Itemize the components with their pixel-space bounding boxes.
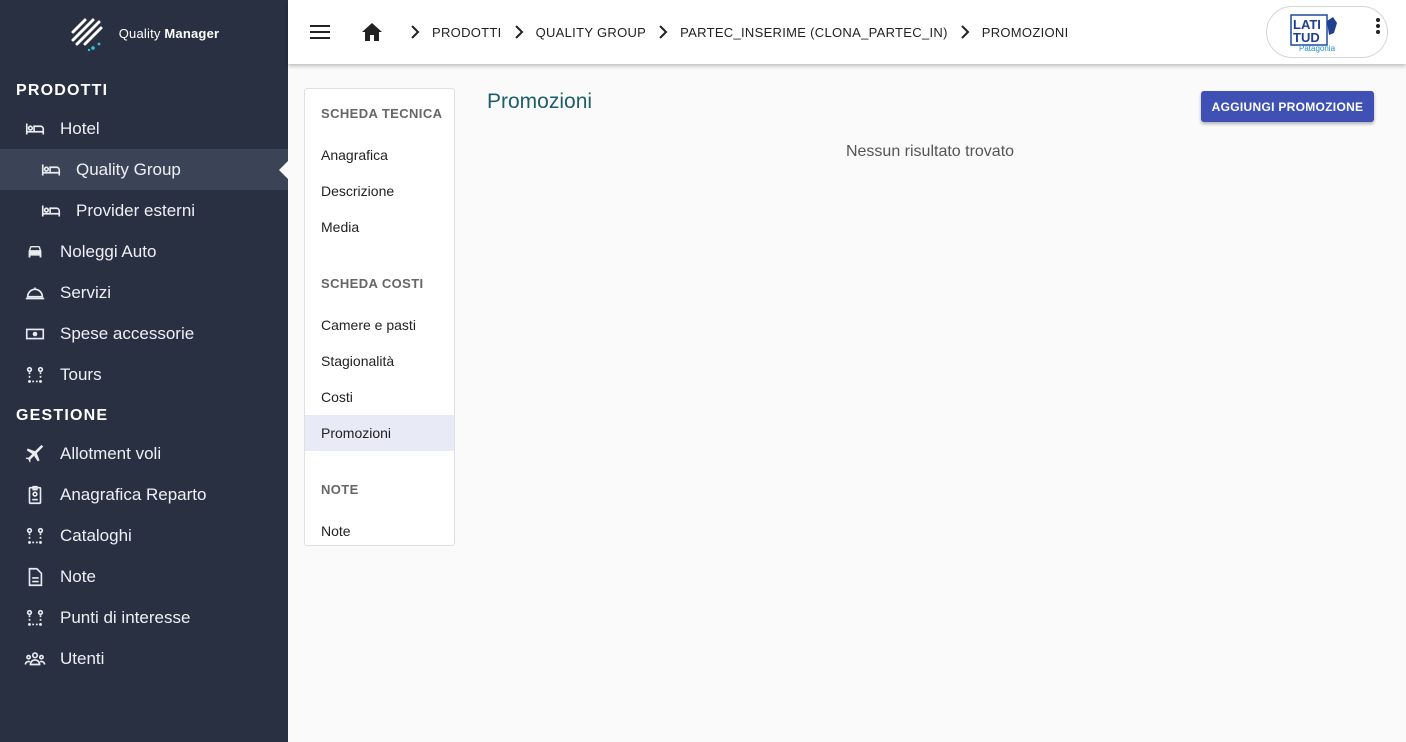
chevron-right-icon <box>958 25 972 39</box>
sidebar-item-note[interactable]: Note <box>0 556 288 597</box>
sidebar-item-quality-group[interactable]: Quality Group <box>0 149 288 190</box>
sidebar-item-tours[interactable]: Tours <box>0 354 288 395</box>
company-logo: LATI TUD Patagonia <box>1289 13 1343 53</box>
sidebar-item-allotment-voli[interactable]: Allotment voli <box>0 433 288 474</box>
menu-item-media[interactable]: Media <box>305 209 454 245</box>
bed-icon <box>40 200 62 222</box>
brand-logo-icon <box>71 18 103 52</box>
sidebar-item-label: Tours <box>60 364 102 384</box>
sidebar-item-spese-accessorie[interactable]: Spese accessorie <box>0 313 288 354</box>
room-service-icon <box>24 282 46 304</box>
menu-item-costi[interactable]: Costi <box>305 379 454 415</box>
add-promotion-button[interactable]: AGGIUNGI PROMOZIONE <box>1201 91 1374 122</box>
sidebar-item-label: Note <box>60 566 96 586</box>
group-icon <box>24 648 46 670</box>
section-title-prodotti: PRODOTTI <box>16 82 109 99</box>
route-icon <box>24 607 46 629</box>
menu-item-camere-e-pasti[interactable]: Camere e pasti <box>305 307 454 343</box>
page-title: Promozioni <box>487 90 593 113</box>
sidebar-item-label: Noleggi Auto <box>60 241 157 261</box>
breadcrumb-prodotti[interactable]: PRODOTTI <box>432 25 502 40</box>
menu-item-descrizione[interactable]: Descrizione <box>305 173 454 209</box>
svg-text:TUD: TUD <box>1293 30 1320 45</box>
menu-item-note[interactable]: Note <box>305 513 454 549</box>
product-section-menu: SCHEDA TECNICA Anagrafica Descrizione Me… <box>304 88 455 546</box>
bed-icon <box>24 118 46 140</box>
breadcrumb: PRODOTTI QUALITY GROUP PARTEC_INSERIME (… <box>398 25 1069 40</box>
home-icon[interactable] <box>360 20 384 44</box>
sidebar-item-label: Servizi <box>60 282 112 302</box>
sidebar: Quality Manager PRODOTTI Hotel Quality G… <box>0 0 288 742</box>
sidebar-item-cataloghi[interactable]: Cataloghi <box>0 515 288 556</box>
menu-heading-scheda-tecnica: SCHEDA TECNICA <box>321 105 443 121</box>
sidebar-item-servizi[interactable]: Servizi <box>0 272 288 313</box>
bed-icon <box>40 159 62 181</box>
sidebar-item-label: Utenti <box>60 648 105 668</box>
sidebar-item-anagrafica-reparto[interactable]: Anagrafica Reparto <box>0 474 288 515</box>
brand-name: Quality Manager <box>118 25 220 41</box>
sidebar-item-label: Provider esterni <box>76 200 196 220</box>
sidebar-item-noleggi-auto[interactable]: Noleggi Auto <box>0 231 288 272</box>
route-icon <box>24 525 46 547</box>
airplane-icon <box>24 443 46 465</box>
menu-icon[interactable] <box>308 20 332 44</box>
sidebar-item-label: Hotel <box>60 118 100 138</box>
menu-heading-scheda-costi: SCHEDA COSTI <box>321 275 424 291</box>
breadcrumb-quality-group[interactable]: QUALITY GROUP <box>536 25 647 40</box>
more-vert-icon[interactable] <box>1366 14 1390 38</box>
sidebar-item-label: Allotment voli <box>60 443 162 463</box>
sidebar-item-punti-di-interesse[interactable]: Punti di interesse <box>0 597 288 638</box>
chevron-right-icon <box>656 25 670 39</box>
car-icon <box>24 241 46 263</box>
document-icon <box>24 566 46 588</box>
chevron-right-icon <box>408 25 422 39</box>
breadcrumb-promozioni: PROMOZIONI <box>981 24 1069 40</box>
sidebar-item-utenti[interactable]: Utenti <box>0 638 288 679</box>
menu-item-anagrafica[interactable]: Anagrafica <box>305 137 454 173</box>
svg-text:Patagonia: Patagonia <box>1299 44 1336 53</box>
brand[interactable]: Quality Manager <box>0 0 288 66</box>
chevron-right-icon <box>512 25 526 39</box>
menu-heading-note: NOTE <box>321 481 359 497</box>
sidebar-item-label: Punti di interesse <box>60 607 191 627</box>
sidebar-item-label: Cataloghi <box>60 525 132 545</box>
sidebar-item-label: Spese accessorie <box>60 323 195 343</box>
top-bar: PRODOTTI QUALITY GROUP PARTEC_INSERIME (… <box>288 0 1406 64</box>
route-icon <box>24 364 46 386</box>
sidebar-item-provider-esterni[interactable]: Provider esterni <box>0 190 288 231</box>
badge-icon <box>24 484 46 506</box>
money-icon <box>24 323 46 345</box>
breadcrumb-product[interactable]: PARTEC_INSERIME (CLONA_PARTEC_IN) <box>680 25 948 40</box>
menu-item-stagionalita[interactable]: Stagionalità <box>305 343 454 379</box>
section-title-gestione: GESTIONE <box>16 407 109 424</box>
menu-item-promozioni[interactable]: Promozioni <box>305 415 454 451</box>
sidebar-item-label: Quality Group <box>76 159 181 179</box>
sidebar-item-label: Anagrafica Reparto <box>60 484 207 504</box>
empty-state-message: Nessun risultato trovato <box>845 143 1015 160</box>
sidebar-item-hotel[interactable]: Hotel <box>0 108 288 149</box>
